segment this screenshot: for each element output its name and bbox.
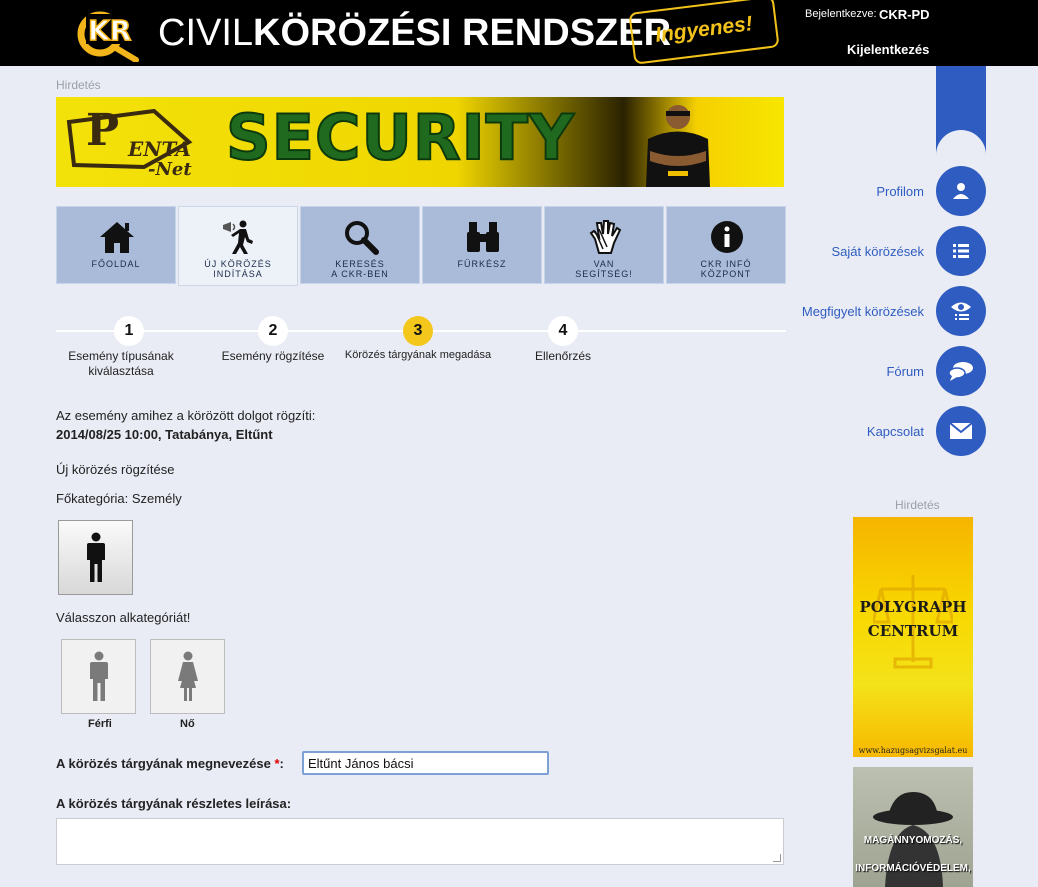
login-username: CKR-PD [879,7,930,22]
nav-spy[interactable]: FÜRKÉSZ [422,206,542,284]
sidebar-item-label: Saját körözések [831,244,925,259]
ad-label: Hirdetés [56,78,101,92]
search-icon [341,219,381,255]
step-4-circle: 4 [548,316,578,346]
ckr-logo-icon[interactable]: KR [76,6,142,62]
ad-label: Hirdetés [895,498,940,512]
free-badge: Ingyenes! [628,0,780,65]
banner-penta-enta: ENTA [128,137,191,161]
nav-label: CKR INFÓ KÖZPONT [700,259,752,279]
person-icon [86,532,105,582]
name-field-label: A körözés tárgyának megnevezése *: [56,756,284,771]
nav-new-alert[interactable]: ÚJ KÖRÖZÉS INDÍTÁSA [178,206,298,286]
house-icon [97,219,137,255]
nav-info-center[interactable]: CKR INFÓ KÖZPONT [666,206,786,284]
description-textarea[interactable] [56,818,784,865]
header-bar: KR CIVIL KÖRÖZÉSI RENDSZER Ingyenes! Bej… [0,0,1038,66]
sidebar-item-watched-alerts[interactable]: Megfigyelt körözések [786,286,986,336]
nav-label: KERESÉS A CKR-BEN [331,259,389,279]
name-label-text: A körözés tárgyának megnevezése [56,756,271,771]
detective-ad[interactable]: MAGÁNNYOMOZÁS, INFORMÁCIÓVÉDELEM, [853,767,973,887]
sidebar-item-label: Kapcsolat [866,424,924,439]
subcategory-prompt: Válasszon alkategóriát! [56,610,191,625]
subcategory-male-button[interactable] [61,639,136,714]
polygraph-ad-url: www.hazugsagvizsgalat.eu [858,746,968,755]
sidebar-item-label: Fórum [886,364,924,379]
hand-icon [585,219,625,255]
subcategory-male-label: Férfi [88,718,112,730]
event-value: 2014/08/25 10:00, Tatabánya, Eltűnt [56,427,273,442]
nav-search[interactable]: KERESÉS A CKR-BEN [300,206,420,284]
description-field-label: A körözés tárgyának részletes leírása: [56,796,292,811]
step-3-label: Körözés tárgyának megadása [344,349,492,361]
logout-link[interactable]: Kijelentkezés [847,42,929,57]
step-1-label: Esemény típusának kiválasztása [68,349,174,378]
nav-label: ÚJ KÖRÖZÉS INDÍTÁSA [204,259,272,279]
male-icon [89,651,108,701]
nav-label: VAN SEGÍTSÉG! [575,259,633,279]
main-category-person-button[interactable] [58,520,133,595]
subcategory-female-label: Nő [180,718,195,730]
step-4-label: Ellenőrzés [534,349,592,363]
step-3-circle: 3 [403,316,433,346]
sidebar-item-own-alerts[interactable]: Saját körözések [786,226,986,276]
list-icon [936,226,986,276]
sidebar-item-contact[interactable]: Kapcsolat [786,406,986,456]
subcategory-female-button[interactable] [150,639,225,714]
banner-security: SECURITY [225,100,575,175]
user-icon [936,166,986,216]
detective-ad-line1: MAGÁNNYOMOZÁS, [863,835,963,846]
subject-name-input[interactable] [302,751,549,775]
login-status-label: Bejelentkezve: [805,8,877,20]
title-main: KÖRÖZÉSI RENDSZER [253,12,672,54]
main-nav: FŐOLDAL ÚJ KÖRÖZÉS INDÍTÁSA KERESÉS A CK… [56,206,786,286]
envelope-icon [936,406,986,456]
female-icon [177,651,198,701]
info-icon [707,219,747,255]
sidebar-item-profile[interactable]: Profilom [786,166,986,216]
nav-label: FŐOLDAL [91,259,141,269]
nav-help[interactable]: VAN SEGÍTSÉG! [544,206,664,284]
guard-figure-icon [646,105,710,187]
detective-ad-line2: INFORMÁCIÓVÉDELEM, [855,863,971,874]
banner-net: -Net [148,159,192,180]
chat-icon [936,346,986,396]
step-1-circle: 1 [114,316,144,346]
step-2-label: Esemény rögzítése [221,349,325,363]
label-colon: : [279,756,284,771]
security-ad-banner[interactable]: P ENTA -Net SECURITY [56,97,784,187]
logo-text: KR [88,14,131,47]
nav-label: FÜRKÉSZ [457,259,507,269]
new-alert-heading: Új körözés rögzítése [56,462,175,477]
binoculars-icon [463,219,503,255]
megaphone-person-icon [219,219,259,255]
main-category-label: Főkategória: Személy [56,491,182,506]
title-civil: CIVIL [158,12,254,54]
event-intro: Az esemény amihez a körözött dolgot rögz… [56,408,316,423]
polygraph-ad-text: POLYGRAPH CENTRUM [859,598,967,640]
eye-list-icon [936,286,986,336]
sidebar-item-label: Megfigyelt körözések [801,304,924,319]
polygraph-ad[interactable]: POLYGRAPH CENTRUM www.hazugsagvizsgalat.… [853,517,973,757]
nav-home[interactable]: FŐOLDAL [56,206,176,284]
step-2-circle: 2 [258,316,288,346]
sidebar-item-label: Profilom [876,184,924,199]
resize-handle-icon[interactable] [773,854,781,862]
sidebar-item-forum[interactable]: Fórum [786,346,986,396]
banner-penta-p: P [86,105,120,156]
